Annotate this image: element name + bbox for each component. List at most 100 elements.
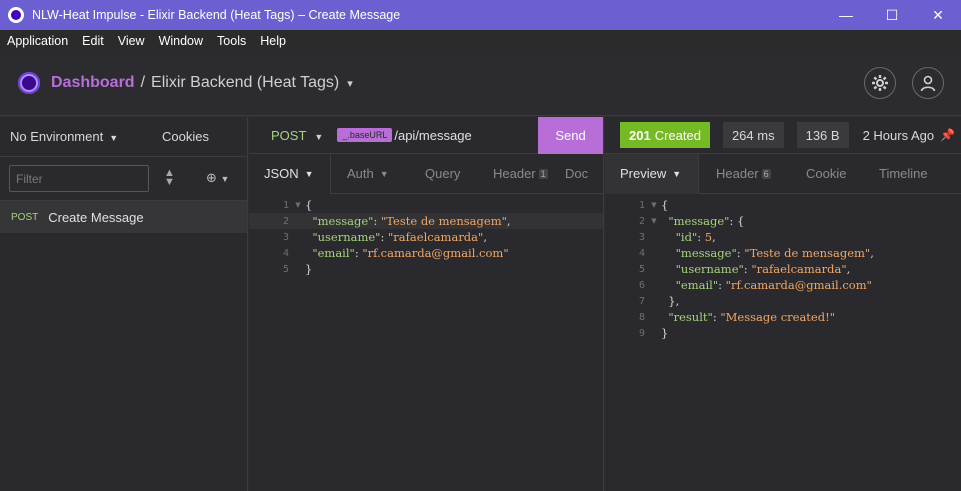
breadcrumb-project[interactable]: Elixir Backend (Heat Tags) xyxy=(151,74,339,92)
tab-query[interactable]: Query xyxy=(409,154,475,194)
tab-label: Header xyxy=(493,166,536,181)
request-pane: POST ▼ _.baseURL /api/message Send JSON ▼ … xyxy=(249,117,604,491)
filter-row: ▲▼ ⊕ ▼ xyxy=(0,157,247,201)
tab-preview[interactable]: Preview ▼ xyxy=(605,153,699,194)
tab-cookie[interactable]: Cookie xyxy=(789,154,863,194)
cookies-button[interactable]: Cookies xyxy=(162,129,209,144)
tab-label: Doc xyxy=(565,166,589,181)
code-text: "username": "rafaelcamarda", xyxy=(305,230,487,244)
json-punct xyxy=(661,262,676,276)
tab-docs[interactable]: Doc xyxy=(565,154,600,194)
send-button[interactable]: Send xyxy=(538,117,603,154)
json-punct: : { xyxy=(729,214,745,228)
json-key: "email" xyxy=(312,246,355,260)
tab-timeline[interactable]: Timeline xyxy=(863,154,953,194)
method-selector[interactable]: POST ▼ xyxy=(271,128,323,143)
fold-toggle-icon[interactable]: ▼ xyxy=(647,217,661,225)
tab-label: Timeline xyxy=(879,166,928,181)
tab-response-header[interactable]: Header 6 xyxy=(699,154,789,194)
menu-application[interactable]: Application xyxy=(0,34,75,48)
code-line: 5} xyxy=(249,261,603,277)
code-text: { xyxy=(661,198,668,212)
environment-label: No Environment xyxy=(10,129,104,144)
settings-gear-icon[interactable] xyxy=(864,67,896,99)
chevron-down-icon: ▼ xyxy=(314,131,324,142)
line-number: 3 xyxy=(638,231,645,243)
code-line: 5 "username": "rafaelcamarda", xyxy=(605,261,961,277)
response-status-bar: 201 Created 264 ms 136 B 2 Hours Ago 📌 xyxy=(605,117,961,154)
response-body-viewer[interactable]: 1 ▼{2 ▼ "message": {3 "id": 5, 4 "message":… xyxy=(605,194,961,341)
json-key: "message" xyxy=(668,214,730,228)
chevron-down-icon[interactable]: ▾ xyxy=(347,77,353,90)
list-item[interactable]: POST Create Message xyxy=(0,201,247,233)
code-line: 8 "result": "Message created!" xyxy=(605,309,961,325)
json-key: "result" xyxy=(668,310,713,324)
breadcrumb-dashboard-link[interactable]: Dashboard xyxy=(51,74,135,92)
line-number: 7 xyxy=(638,295,645,307)
response-history-dropdown[interactable]: 2 Hours Ago xyxy=(863,128,935,143)
account-user-icon[interactable] xyxy=(912,67,944,99)
json-punct xyxy=(661,230,676,244)
json-punct: : xyxy=(718,278,726,292)
json-punct: , xyxy=(712,230,716,244)
minimize-button[interactable]: — xyxy=(823,0,869,30)
close-button[interactable]: ✕ xyxy=(915,0,961,30)
tab-header[interactable]: Header 1 xyxy=(475,154,565,194)
status-code: 201 xyxy=(629,127,651,143)
code-text: } xyxy=(305,262,312,276)
json-string: "rafaelcamarda" xyxy=(388,230,484,244)
request-body-editor[interactable]: 1 ▼{2 "message": "Teste de mensagem", 3 "u… xyxy=(249,194,603,277)
tab-auth[interactable]: Auth ▼ xyxy=(331,154,409,194)
code-text: "message": "Teste de mensagem", xyxy=(661,246,874,260)
tab-label: Auth xyxy=(347,166,374,181)
code-line: 4 "email": "rf.camarda@gmail.com" xyxy=(249,245,603,261)
json-string: "Teste de mensagem" xyxy=(744,246,871,260)
tab-label: Header xyxy=(716,166,759,181)
chevron-down-icon: ▼ xyxy=(672,168,682,179)
insomnia-logo-icon[interactable] xyxy=(18,72,40,94)
code-line: 2 "message": "Teste de mensagem", xyxy=(249,213,603,229)
status-text: Created xyxy=(654,127,701,143)
app-header: Dashboard / Elixir Backend (Heat Tags) ▾ xyxy=(0,51,961,116)
fold-toggle-icon[interactable]: ▼ xyxy=(291,201,305,209)
tab-json[interactable]: JSON ▼ xyxy=(249,153,331,194)
json-punct: } xyxy=(661,326,669,340)
menu-help[interactable]: Help xyxy=(253,34,293,48)
line-number: 2 xyxy=(282,215,289,227)
fold-toggle-icon[interactable]: ▼ xyxy=(647,201,661,209)
menu-tools[interactable]: Tools xyxy=(210,34,253,48)
json-punct: : xyxy=(380,230,389,244)
json-punct: : xyxy=(373,214,381,228)
response-pane: 201 Created 264 ms 136 B 2 Hours Ago 📌 Pr… xyxy=(605,117,961,491)
environment-selector[interactable]: No Environment ▼ xyxy=(10,129,118,144)
app-logo-icon xyxy=(8,7,24,23)
json-key: "id" xyxy=(675,230,698,244)
code-text: } xyxy=(661,326,668,340)
tab-label: Preview xyxy=(620,166,667,181)
sort-icon[interactable]: ▲ ▼ xyxy=(164,168,175,188)
line-number: 1 xyxy=(638,199,645,211)
json-key: "email" xyxy=(675,278,719,292)
menu-edit[interactable]: Edit xyxy=(75,34,111,48)
tab-label: Query xyxy=(425,166,461,181)
line-number: 5 xyxy=(282,263,289,275)
code-text: "message": "Teste de mensagem", xyxy=(305,214,510,228)
request-tabs: JSON ▼ Auth ▼ Query Header 1 Doc xyxy=(249,153,603,194)
url-bar: POST ▼ _.baseURL /api/message Send xyxy=(249,117,603,154)
menu-view[interactable]: View xyxy=(111,34,152,48)
line-number: 3 xyxy=(282,231,289,243)
maximize-button[interactable]: ☐ xyxy=(869,0,915,30)
breadcrumb: Dashboard / Elixir Backend (Heat Tags) ▾ xyxy=(51,74,353,92)
menu-window[interactable]: Window xyxy=(152,34,210,48)
response-tabs: Preview ▼ Header 6 Cookie Timeline xyxy=(605,153,961,194)
base-url-variable-tag[interactable]: _.baseURL xyxy=(337,128,393,142)
filter-input[interactable] xyxy=(9,165,149,192)
chevron-down-icon: ▼ xyxy=(109,133,119,143)
pin-icon[interactable]: 📌 xyxy=(940,128,955,142)
add-request-icon[interactable]: ⊕ ▼ xyxy=(206,170,229,186)
url-path-input[interactable]: /api/message xyxy=(394,128,471,143)
code-text: "username": "rafaelcamarda", xyxy=(661,262,851,276)
request-name: Create Message xyxy=(48,209,144,225)
line-number: 2 xyxy=(638,215,645,227)
json-punct: { xyxy=(661,198,669,212)
